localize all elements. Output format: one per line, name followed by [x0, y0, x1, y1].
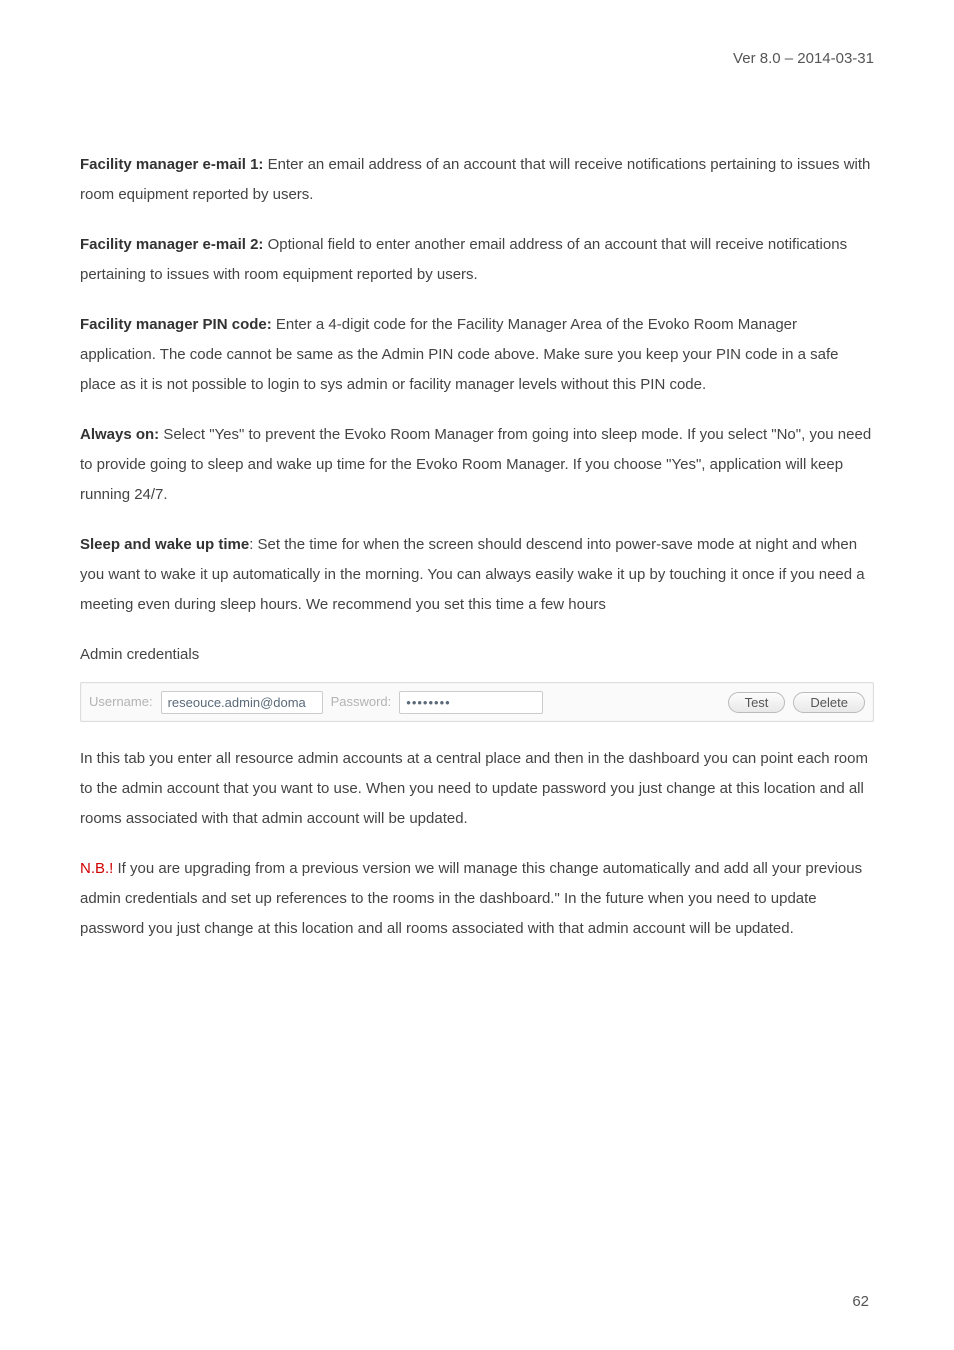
- username-label: Username:: [89, 689, 153, 715]
- text-always-on: Select "Yes" to prevent the Evoko Room M…: [80, 426, 871, 503]
- para-always-on: Always on: Select "Yes" to prevent the E…: [80, 420, 874, 510]
- para-sleep: Sleep and wake up time: Set the time for…: [80, 530, 874, 620]
- para-fm-pin: Facility manager PIN code: Enter a 4-dig…: [80, 310, 874, 400]
- username-input[interactable]: [161, 691, 323, 714]
- test-button[interactable]: Test: [728, 692, 786, 713]
- page-number: 62: [852, 1293, 869, 1310]
- label-fm-email2: Facility manager e-mail 2:: [80, 236, 263, 253]
- para-fm-email1: Facility manager e-mail 1: Enter an emai…: [80, 150, 874, 210]
- label-sleep: Sleep and wake up time: [80, 536, 249, 553]
- page-version: Ver 8.0 – 2014-03-31: [733, 50, 874, 67]
- password-label: Password:: [331, 689, 392, 715]
- delete-button[interactable]: Delete: [793, 692, 865, 713]
- para-fm-email2: Facility manager e-mail 2: Optional fiel…: [80, 230, 874, 290]
- para-nb: N.B.! If you are upgrading from a previo…: [80, 854, 874, 944]
- admin-credentials-row: Username: Password: Test Delete: [80, 682, 874, 722]
- body-content: Facility manager e-mail 1: Enter an emai…: [80, 150, 874, 944]
- label-fm-email1: Facility manager e-mail 1:: [80, 156, 263, 173]
- password-input[interactable]: [399, 691, 543, 714]
- nb-label: N.B.!: [80, 860, 113, 877]
- para-after-1: In this tab you enter all resource admin…: [80, 744, 874, 834]
- label-fm-pin: Facility manager PIN code:: [80, 316, 272, 333]
- label-always-on: Always on:: [80, 426, 159, 443]
- nb-text: If you are upgrading from a previous ver…: [80, 860, 862, 937]
- admin-credentials-heading: Admin credentials: [80, 640, 874, 670]
